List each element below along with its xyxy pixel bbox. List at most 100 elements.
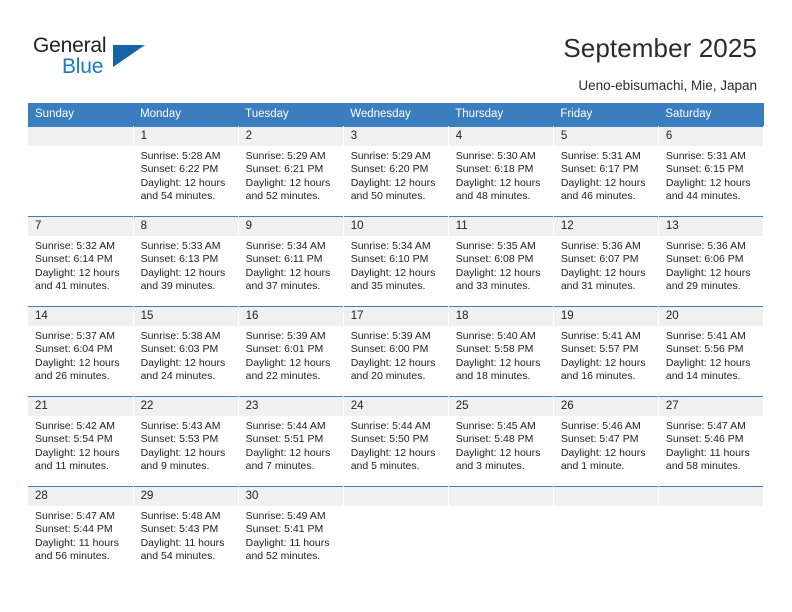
day-details: Sunrise: 5:34 AM Sunset: 6:10 PM Daylight:…	[344, 236, 448, 294]
daylight-duration-line2: and 44 minutes.	[665, 190, 741, 203]
day-number: 27	[658, 396, 763, 416]
day-number: 3	[343, 126, 448, 146]
day-number	[28, 126, 133, 146]
calendar-week-row: 1 Sunrise: 5:28 AM Sunset: 6:22 PM Daylight…	[28, 126, 765, 216]
weekday-header-saturday: Saturday	[658, 103, 764, 126]
calendar-day-cell[interactable]: 20 Sunrise: 5:41 AM Sunset: 5:56 PM Dayligh…	[658, 306, 765, 396]
calendar-day-cell[interactable]: 19 Sunrise: 5:41 AM Sunset: 5:57 PM Dayligh…	[553, 306, 659, 396]
calendar-day-cell[interactable]: 1 Sunrise: 5:28 AM Sunset: 6:22 PM Daylight…	[133, 126, 239, 216]
calendar-day-cell[interactable]: 24 Sunrise: 5:44 AM Sunset: 5:50 PM Dayligh…	[343, 396, 449, 486]
daylight-duration-line1: Daylight: 12 hours	[35, 266, 120, 279]
sunrise-time: Sunrise: 5:30 AM	[455, 150, 536, 162]
daylight-duration-line1: Daylight: 11 hours	[140, 536, 225, 549]
calendar-day-cell[interactable]: 12 Sunrise: 5:36 AM Sunset: 6:07 PM Dayligh…	[553, 216, 659, 306]
sunrise-time: Sunrise: 5:31 AM	[560, 150, 641, 162]
daylight-duration-line1: Daylight: 12 hours	[245, 176, 331, 189]
calendar-day-cell[interactable]: 9 Sunrise: 5:34 AM Sunset: 6:11 PM Daylight…	[238, 216, 344, 306]
sunrise-time: Sunrise: 5:29 AM	[350, 150, 431, 162]
calendar-day-cell[interactable]: 4 Sunrise: 5:30 AM Sunset: 6:18 PM Daylight…	[448, 126, 554, 216]
calendar-day-cell[interactable]: 25 Sunrise: 5:45 AM Sunset: 5:48 PM Dayligh…	[448, 396, 554, 486]
calendar-day-cell[interactable]: 8 Sunrise: 5:33 AM Sunset: 6:13 PM Daylight…	[133, 216, 239, 306]
daylight-duration-line1: Daylight: 12 hours	[140, 176, 226, 189]
daylight-duration-line2: and 37 minutes.	[245, 280, 321, 293]
calendar-day-cell[interactable]: 10 Sunrise: 5:34 AM Sunset: 6:10 PM Dayligh…	[343, 216, 449, 306]
calendar-day-cell[interactable]: 27 Sunrise: 5:47 AM Sunset: 5:46 PM Dayligh…	[658, 396, 765, 486]
general-blue-logo[interactable]: General Blue	[33, 34, 163, 84]
day-number	[658, 486, 763, 506]
calendar-day-cell[interactable]: 30 Sunrise: 5:49 AM Sunset: 5:41 PM Dayligh…	[238, 486, 344, 576]
calendar-day-cell[interactable]: 15 Sunrise: 5:38 AM Sunset: 6:03 PM Dayligh…	[133, 306, 239, 396]
daylight-duration-line1: Daylight: 11 hours	[665, 446, 750, 459]
day-number: 11	[448, 216, 553, 236]
day-details: Sunrise: 5:46 AM Sunset: 5:47 PM Daylight:…	[554, 416, 658, 474]
daylight-duration-line1: Daylight: 12 hours	[140, 266, 226, 279]
daylight-duration-line2: and 46 minutes.	[560, 190, 636, 203]
daylight-duration-line1: Daylight: 12 hours	[245, 266, 331, 279]
day-number: 8	[133, 216, 238, 236]
sunset-time: Sunset: 5:57 PM	[560, 343, 639, 356]
day-number: 29	[133, 486, 238, 506]
calendar-day-cell[interactable]: 3 Sunrise: 5:29 AM Sunset: 6:20 PM Daylight…	[343, 126, 449, 216]
day-details: Sunrise: 5:31 AM Sunset: 6:17 PM Daylight:…	[554, 146, 658, 204]
calendar-day-cell[interactable]: 28 Sunrise: 5:47 AM Sunset: 5:44 PM Dayligh…	[28, 486, 134, 576]
day-number: 6	[658, 126, 763, 146]
day-details: Sunrise: 5:41 AM Sunset: 5:56 PM Daylight:…	[659, 326, 763, 384]
daylight-duration-line1: Daylight: 12 hours	[665, 266, 751, 279]
daylight-duration-line1: Daylight: 12 hours	[560, 266, 646, 279]
sunrise-time: Sunrise: 5:44 AM	[350, 420, 431, 432]
day-details: Sunrise: 5:34 AM Sunset: 6:11 PM Daylight:…	[239, 236, 343, 294]
calendar-day-cell[interactable]: 13 Sunrise: 5:36 AM Sunset: 6:06 PM Dayligh…	[658, 216, 765, 306]
page-header: General Blue September 2025 Ueno-ebisuma…	[0, 0, 792, 100]
daylight-duration-line2: and 16 minutes.	[560, 370, 636, 383]
daylight-duration-line2: and 54 minutes.	[140, 550, 216, 563]
daylight-duration-line2: and 29 minutes.	[665, 280, 741, 293]
day-number: 22	[133, 396, 238, 416]
daylight-duration-line2: and 24 minutes.	[140, 370, 216, 383]
day-details: Sunrise: 5:49 AM Sunset: 5:41 PM Daylight:…	[239, 506, 343, 564]
calendar-day-cell-empty	[553, 486, 659, 576]
calendar-day-cell[interactable]: 23 Sunrise: 5:44 AM Sunset: 5:51 PM Dayligh…	[238, 396, 344, 486]
day-details: Sunrise: 5:36 AM Sunset: 6:06 PM Daylight:…	[659, 236, 763, 294]
calendar-day-cell[interactable]: 2 Sunrise: 5:29 AM Sunset: 6:21 PM Daylight…	[238, 126, 344, 216]
day-number: 17	[343, 306, 448, 326]
sunrise-time: Sunrise: 5:46 AM	[560, 420, 641, 432]
day-number	[553, 486, 658, 506]
sunset-time: Sunset: 5:44 PM	[35, 523, 113, 536]
sunrise-time: Sunrise: 5:41 AM	[665, 330, 746, 342]
sunrise-time: Sunrise: 5:45 AM	[455, 420, 536, 432]
calendar-day-cell-empty	[343, 486, 449, 576]
calendar-day-cell[interactable]: 11 Sunrise: 5:35 AM Sunset: 6:08 PM Dayligh…	[448, 216, 554, 306]
calendar-day-cell[interactable]: 7 Sunrise: 5:32 AM Sunset: 6:14 PM Daylight…	[28, 216, 134, 306]
calendar-day-cell[interactable]: 14 Sunrise: 5:37 AM Sunset: 6:04 PM Dayligh…	[28, 306, 134, 396]
sunset-time: Sunset: 5:53 PM	[140, 433, 219, 446]
sunset-time: Sunset: 6:18 PM	[455, 163, 534, 176]
daylight-duration-line1: Daylight: 12 hours	[350, 176, 436, 189]
calendar-page: General Blue September 2025 Ueno-ebisuma…	[0, 0, 792, 612]
day-details: Sunrise: 5:35 AM Sunset: 6:08 PM Daylight:…	[449, 236, 553, 294]
day-number: 4	[448, 126, 553, 146]
calendar-day-cell[interactable]: 18 Sunrise: 5:40 AM Sunset: 5:58 PM Dayligh…	[448, 306, 554, 396]
day-details: Sunrise: 5:32 AM Sunset: 6:14 PM Daylight:…	[28, 236, 133, 294]
day-number: 16	[238, 306, 343, 326]
calendar-day-cell[interactable]: 5 Sunrise: 5:31 AM Sunset: 6:17 PM Daylight…	[553, 126, 659, 216]
daylight-duration-line1: Daylight: 11 hours	[35, 536, 119, 549]
sunset-time: Sunset: 6:00 PM	[350, 343, 429, 356]
daylight-duration-line2: and 20 minutes.	[350, 370, 426, 383]
calendar-day-cell[interactable]: 29 Sunrise: 5:48 AM Sunset: 5:43 PM Dayligh…	[133, 486, 239, 576]
calendar-day-cell[interactable]: 17 Sunrise: 5:39 AM Sunset: 6:00 PM Dayligh…	[343, 306, 449, 396]
calendar-day-cell[interactable]: 21 Sunrise: 5:42 AM Sunset: 5:54 PM Dayligh…	[28, 396, 134, 486]
daylight-duration-line1: Daylight: 12 hours	[140, 356, 226, 369]
day-details: Sunrise: 5:36 AM Sunset: 6:07 PM Daylight:…	[554, 236, 658, 294]
calendar-day-cell[interactable]: 26 Sunrise: 5:46 AM Sunset: 5:47 PM Dayligh…	[553, 396, 659, 486]
calendar-day-cell[interactable]: 22 Sunrise: 5:43 AM Sunset: 5:53 PM Dayligh…	[133, 396, 239, 486]
day-details: Sunrise: 5:43 AM Sunset: 5:53 PM Daylight:…	[134, 416, 238, 474]
calendar-day-cell[interactable]: 6 Sunrise: 5:31 AM Sunset: 6:15 PM Daylight…	[658, 126, 765, 216]
sunrise-time: Sunrise: 5:47 AM	[665, 420, 746, 432]
calendar-day-cell[interactable]: 16 Sunrise: 5:39 AM Sunset: 6:01 PM Dayligh…	[238, 306, 344, 396]
day-details: Sunrise: 5:39 AM Sunset: 6:01 PM Daylight:…	[239, 326, 343, 384]
sunrise-time: Sunrise: 5:49 AM	[245, 510, 326, 522]
logo-text-blue: Blue	[62, 55, 104, 78]
calendar-day-cell-empty	[28, 126, 134, 216]
day-details: Sunrise: 5:42 AM Sunset: 5:54 PM Daylight:…	[28, 416, 133, 474]
daylight-duration-line2: and 35 minutes.	[350, 280, 426, 293]
